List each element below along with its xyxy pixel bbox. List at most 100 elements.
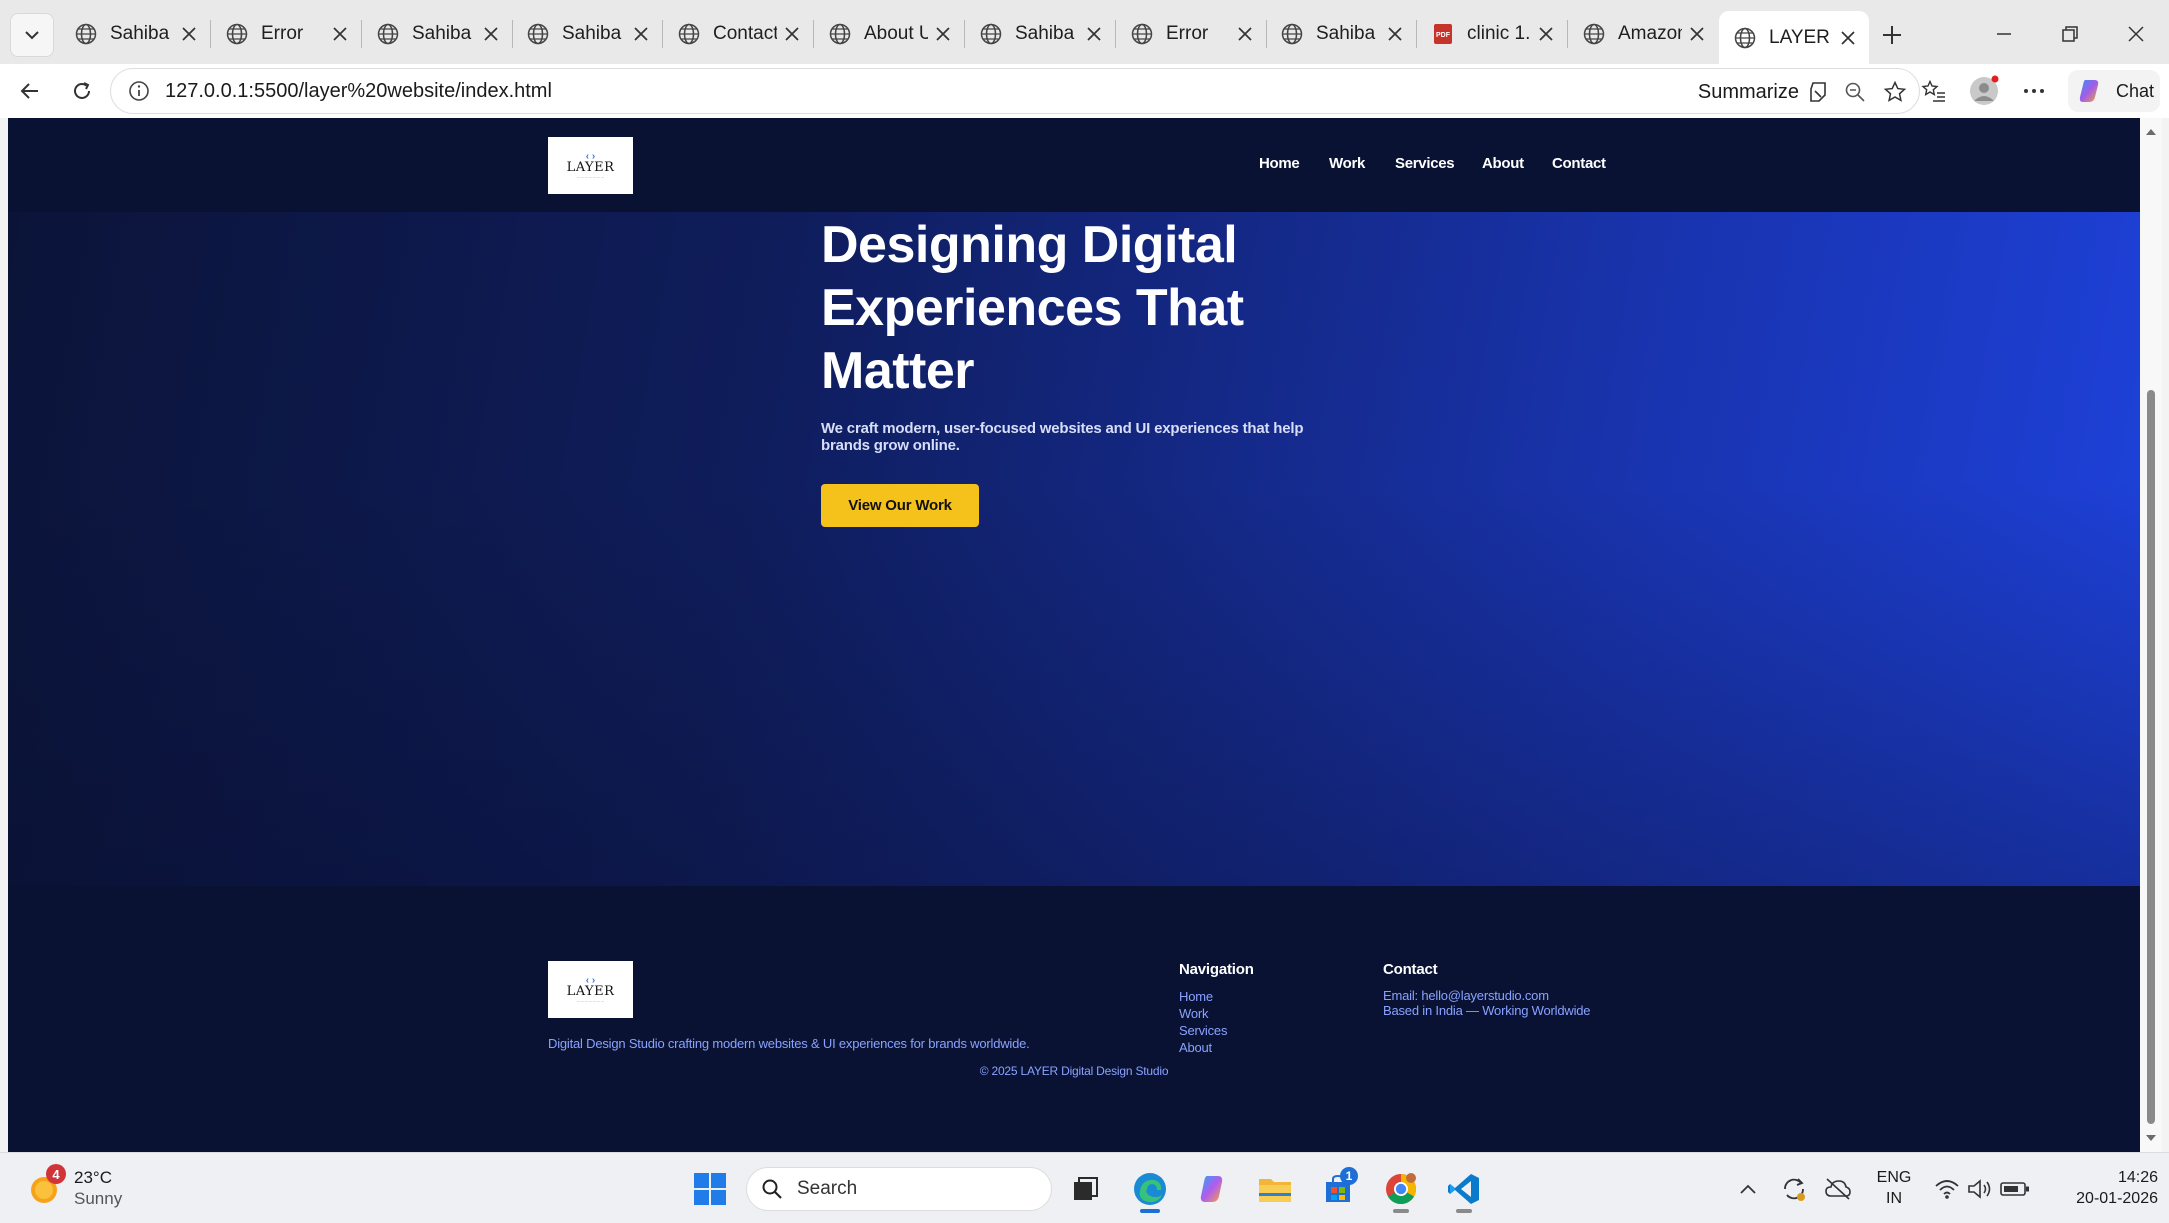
taskbar-chrome[interactable]	[1379, 1167, 1423, 1213]
address-bar[interactable]: 127.0.0.1:5500/layer%20website/index.htm…	[110, 68, 1920, 114]
close-icon	[2128, 26, 2144, 42]
tab[interactable]: Sahiba –	[60, 11, 210, 56]
globe-icon	[980, 23, 1002, 44]
new-tab-button[interactable]	[1872, 15, 1912, 55]
taskbar-clock[interactable]: 14:26 20-01-2026	[2046, 1167, 2158, 1209]
summarize-button[interactable]: Summarize	[1698, 69, 1831, 115]
weather-widget[interactable]: 4 23°C Sunny	[28, 1164, 122, 1209]
tab[interactable]: Amazon (	[1568, 11, 1718, 56]
tab-close-button[interactable]	[1531, 19, 1561, 49]
sync-tray-button[interactable]	[1778, 1167, 1810, 1211]
close-icon	[785, 26, 799, 41]
tab-close-button[interactable]	[777, 19, 807, 49]
tab-close-button[interactable]	[1079, 19, 1109, 49]
reload-button[interactable]	[62, 71, 102, 111]
start-button[interactable]	[688, 1167, 732, 1211]
tab[interactable]: Sahiba –	[512, 11, 662, 56]
footer-contact-heading: Contact	[1383, 961, 1438, 978]
globe-icon	[1734, 27, 1756, 48]
battery-tray-button[interactable]	[1999, 1167, 2031, 1211]
tab-actions-button[interactable]	[10, 13, 54, 57]
chat-label: Chat	[2116, 80, 2155, 101]
battery-icon	[2000, 1182, 2029, 1196]
hero-subtitle: We craft modern, user-focused websites a…	[821, 420, 1304, 454]
tab[interactable]: Sahiba –	[362, 11, 512, 56]
tab-close-button[interactable]	[1682, 19, 1712, 49]
footer-link-about[interactable]: About	[1179, 1039, 1212, 1056]
clock-time: 14:26	[2117, 1169, 2158, 1186]
more-options-button[interactable]	[2014, 71, 2054, 111]
windows-icon	[694, 1173, 726, 1205]
tab[interactable]: Error	[211, 11, 361, 56]
footer-link-work[interactable]: Work	[1179, 1005, 1208, 1022]
close-icon	[182, 26, 196, 41]
tab-close-button[interactable]	[1380, 19, 1410, 49]
tab-title: Error	[261, 22, 304, 44]
nav-link-work[interactable]: Work	[1329, 155, 1365, 172]
show-hidden-icons-button[interactable]	[1734, 1167, 1762, 1211]
footer-link-home[interactable]: Home	[1179, 988, 1213, 1005]
cloud-tray-button[interactable]	[1822, 1167, 1854, 1211]
site-logo[interactable]: ‹ › LAYER ·····················	[548, 137, 633, 194]
taskbar-search[interactable]: Search	[746, 1167, 1052, 1211]
favorite-button[interactable]	[1875, 72, 1915, 112]
close-icon	[1690, 26, 1704, 41]
page-scrollbar[interactable]	[2140, 118, 2162, 1152]
taskbar-store[interactable]: 1	[1316, 1167, 1360, 1211]
back-button[interactable]	[10, 71, 50, 111]
chrome-icon	[1386, 1173, 1417, 1205]
taskbar-edge[interactable]	[1128, 1167, 1172, 1213]
footer-nav-heading: Navigation	[1179, 961, 1254, 978]
close-window-button[interactable]	[2116, 14, 2156, 54]
profile-button[interactable]	[1964, 71, 2004, 111]
tab-close-button[interactable]	[325, 19, 355, 49]
nav-link-about[interactable]: About	[1482, 155, 1524, 172]
tab-close-button[interactable]	[1833, 23, 1863, 53]
taskbar-vscode[interactable]	[1442, 1167, 1486, 1213]
tab-close-button[interactable]	[626, 19, 656, 49]
tab-close-button[interactable]	[174, 19, 204, 49]
globe-icon	[1583, 23, 1605, 44]
tab[interactable]: PDF clinic 1.p	[1417, 11, 1567, 56]
scroll-thumb[interactable]	[2147, 390, 2155, 1124]
globe-icon	[226, 23, 248, 44]
footer-description: Digital Design Studio crafting modern we…	[548, 1036, 1030, 1051]
tab-close-button[interactable]	[928, 19, 958, 49]
tab-title: Sahiba –	[110, 22, 174, 44]
view-our-work-button[interactable]: View Our Work	[821, 484, 979, 527]
tab[interactable]: Sahiba –	[965, 11, 1115, 56]
footer-link-services[interactable]: Services	[1179, 1022, 1227, 1039]
nav-link-contact[interactable]: Contact	[1552, 155, 1606, 172]
nav-link-home[interactable]: Home	[1259, 155, 1300, 172]
task-view-button[interactable]	[1064, 1167, 1108, 1211]
restore-button[interactable]	[2050, 14, 2090, 54]
tab[interactable]: Sahiba –	[1266, 11, 1416, 56]
sun-icon: 4	[28, 1164, 66, 1206]
minimize-icon	[1997, 33, 2011, 35]
minimize-button[interactable]	[1984, 14, 2024, 54]
url-text[interactable]: 127.0.0.1:5500/layer%20website/index.htm…	[165, 80, 552, 103]
taskbar-file-explorer[interactable]	[1253, 1167, 1297, 1211]
tab-active[interactable]: LAYER – [	[1719, 11, 1869, 64]
nav-link-services[interactable]: Services	[1395, 155, 1455, 172]
weather-alert-badge: 4	[46, 1164, 66, 1184]
footer-logo[interactable]: ‹ › LAYER ·····················	[548, 961, 633, 1018]
volume-tray-button[interactable]	[1965, 1167, 1995, 1211]
tab[interactable]: About Us	[814, 11, 964, 56]
scroll-up-arrow-icon[interactable]	[2145, 126, 2157, 138]
wifi-tray-button[interactable]	[1932, 1167, 1962, 1211]
tab-close-button[interactable]	[1230, 19, 1260, 49]
site-info-icon[interactable]	[119, 71, 159, 111]
copilot-chat-button[interactable]: Chat	[2068, 70, 2160, 112]
input-language-indicator[interactable]: ENG IN	[1870, 1167, 1918, 1209]
taskbar-copilot[interactable]	[1191, 1167, 1235, 1211]
restore-icon	[2062, 26, 2078, 42]
tab-close-button[interactable]	[476, 19, 506, 49]
tab[interactable]: Contact |	[663, 11, 813, 56]
scroll-down-arrow-icon[interactable]	[2145, 1132, 2157, 1144]
lang-code: ENG	[1876, 1169, 1912, 1186]
favorites-button[interactable]	[1914, 71, 1954, 111]
zoom-out-button[interactable]	[1835, 72, 1875, 112]
tab[interactable]: Error	[1116, 11, 1266, 56]
svg-text:PDF: PDF	[1436, 32, 1451, 39]
